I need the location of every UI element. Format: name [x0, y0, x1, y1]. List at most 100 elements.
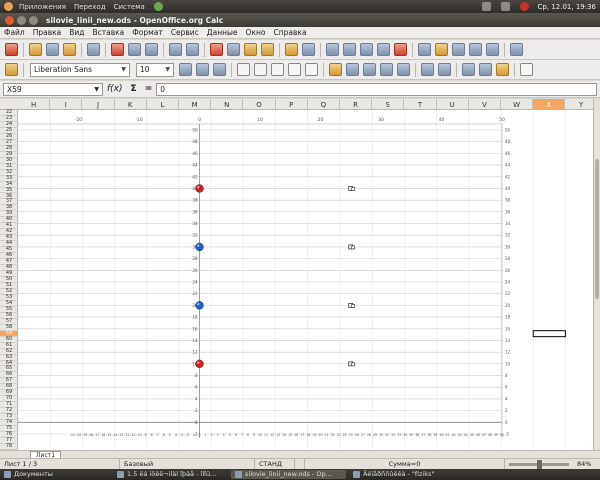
- column-header-q[interactable]: Q: [308, 99, 340, 110]
- formula-input[interactable]: 0: [156, 82, 597, 96]
- network-monitor-icon[interactable]: [481, 2, 491, 11]
- launcher-icon[interactable]: [153, 2, 163, 11]
- column-header-j[interactable]: J: [82, 99, 115, 110]
- name-box[interactable]: X59 ▼: [3, 82, 103, 96]
- menu-view[interactable]: Вид: [65, 28, 88, 37]
- justify-icon[interactable]: [288, 63, 301, 76]
- increase-indent-icon[interactable]: [438, 63, 451, 76]
- delete-decimal-icon[interactable]: [397, 63, 410, 76]
- taskbar-item-hyperlink[interactable]: Ãèïåðññûëêà - "fiziks": [349, 470, 464, 479]
- zoom-icon[interactable]: [486, 43, 499, 56]
- open-icon[interactable]: [29, 43, 42, 56]
- underline-icon[interactable]: [213, 63, 226, 76]
- standard-format-icon[interactable]: [363, 63, 376, 76]
- sort-ascending-icon[interactable]: [343, 43, 356, 56]
- undo-icon[interactable]: [285, 43, 298, 56]
- spreadsheet-grid[interactable]: HIJKLMNOPQRSTUVWXY 22 23 24 25 26 27 28 29 30 31 3…: [0, 99, 593, 450]
- column-header-n[interactable]: N: [211, 99, 244, 110]
- menu-help[interactable]: Справка: [270, 28, 311, 37]
- volume-icon[interactable]: [500, 2, 510, 11]
- panel-menu-places[interactable]: Переход: [70, 3, 110, 11]
- align-left-icon[interactable]: [237, 63, 250, 76]
- bold-icon[interactable]: [179, 63, 192, 76]
- email-icon[interactable]: [63, 43, 76, 56]
- panel-menu-applications[interactable]: Приложения: [15, 3, 70, 11]
- gallery-icon[interactable]: [452, 43, 465, 56]
- font-size-select[interactable]: 10 ▼: [136, 62, 174, 77]
- save-icon[interactable]: [46, 43, 59, 56]
- column-header-m[interactable]: M: [179, 99, 212, 110]
- column-header-o[interactable]: O: [243, 99, 276, 110]
- column-header-l[interactable]: L: [147, 99, 179, 110]
- cut-icon[interactable]: [210, 43, 223, 56]
- taskbar-item-documents[interactable]: Документы: [0, 470, 110, 479]
- column-header-w[interactable]: W: [501, 99, 534, 110]
- formula-icon[interactable]: =: [145, 84, 153, 94]
- align-right-icon[interactable]: [271, 63, 284, 76]
- help-icon[interactable]: [510, 43, 523, 56]
- taskbar-item-browser[interactable]: 1.5 ëá iöëê¬ilàl îþäå - îlîü...: [113, 470, 228, 479]
- spellcheck-icon[interactable]: [169, 43, 182, 56]
- autospellcheck-icon[interactable]: [186, 43, 199, 56]
- sum-icon[interactable]: Σ: [131, 84, 137, 94]
- column-header-s[interactable]: S: [372, 99, 405, 110]
- currency-format-icon[interactable]: [329, 63, 342, 76]
- status-page-style[interactable]: Базовый: [120, 458, 255, 470]
- add-decimal-icon[interactable]: [380, 63, 393, 76]
- zoom-slider-knob[interactable]: [537, 459, 542, 469]
- decrease-indent-icon[interactable]: [421, 63, 434, 76]
- print-preview-icon[interactable]: [145, 43, 158, 56]
- window-titlebar[interactable]: silovie_linii_new.ods - OpenOffice.org C…: [0, 13, 600, 27]
- italic-icon[interactable]: [196, 63, 209, 76]
- panel-menu-system[interactable]: Система: [110, 3, 149, 11]
- show-draw-functions-icon[interactable]: [394, 43, 407, 56]
- styles-formatting-icon[interactable]: [5, 63, 18, 76]
- column-header-k[interactable]: K: [115, 99, 147, 110]
- taskbar-item-calc[interactable]: silovie_linii_new.ods - Op...: [231, 470, 346, 479]
- vertical-scrollbar[interactable]: [593, 99, 600, 450]
- column-header-h[interactable]: H: [18, 99, 51, 110]
- hyperlink-icon[interactable]: [326, 43, 339, 56]
- column-header-x[interactable]: X: [533, 99, 566, 110]
- menu-window[interactable]: Окно: [242, 28, 270, 37]
- zoom-slider[interactable]: [509, 459, 569, 469]
- find-replace-icon[interactable]: [418, 43, 431, 56]
- panel-clock[interactable]: Ср, 12.01, 19:36: [534, 3, 600, 11]
- menu-edit[interactable]: Правка: [29, 28, 66, 37]
- navigator-icon[interactable]: [435, 43, 448, 56]
- menu-tools[interactable]: Сервис: [167, 28, 203, 37]
- clone-formatting-icon[interactable]: [261, 43, 274, 56]
- column-header-t[interactable]: T: [404, 99, 437, 110]
- column-header-r[interactable]: R: [340, 99, 373, 110]
- export-pdf-icon[interactable]: [111, 43, 124, 56]
- copy-icon[interactable]: [227, 43, 240, 56]
- field-lines-chart[interactable]: -20 -10 0 10 20 30 40 50-21 -20 -19 -18 -17 -16 -15 -1…: [18, 110, 593, 450]
- font-name-select[interactable]: Liberation Sans ▼: [30, 62, 130, 77]
- close-window-button[interactable]: [5, 15, 14, 25]
- font-color-icon[interactable]: [496, 63, 509, 76]
- column-header-v[interactable]: V: [469, 99, 501, 110]
- toggle-grid-icon[interactable]: [520, 63, 533, 76]
- maximize-window-button[interactable]: [29, 15, 38, 25]
- menu-insert[interactable]: Вставка: [89, 28, 129, 37]
- menu-data[interactable]: Данные: [203, 28, 242, 37]
- background-color-icon[interactable]: [479, 63, 492, 76]
- sort-descending-icon[interactable]: [360, 43, 373, 56]
- column-header-i[interactable]: I: [50, 99, 83, 110]
- data-sources-icon[interactable]: [469, 43, 482, 56]
- ubuntu-logo-icon[interactable]: [4, 2, 13, 11]
- menu-file[interactable]: Файл: [0, 28, 29, 37]
- status-zoom[interactable]: 84%: [573, 459, 595, 470]
- print-icon[interactable]: [128, 43, 141, 56]
- minimize-window-button[interactable]: [17, 15, 26, 25]
- percent-format-icon[interactable]: [346, 63, 359, 76]
- column-header-p[interactable]: P: [276, 99, 308, 110]
- column-header-y[interactable]: Y: [565, 99, 593, 110]
- align-center-icon[interactable]: [254, 63, 267, 76]
- merge-cells-icon[interactable]: [305, 63, 318, 76]
- redo-icon[interactable]: [302, 43, 315, 56]
- new-document-icon[interactable]: [5, 43, 18, 56]
- paste-icon[interactable]: [244, 43, 257, 56]
- column-header-u[interactable]: U: [437, 99, 469, 110]
- function-wizard-icon[interactable]: f(x): [107, 84, 123, 94]
